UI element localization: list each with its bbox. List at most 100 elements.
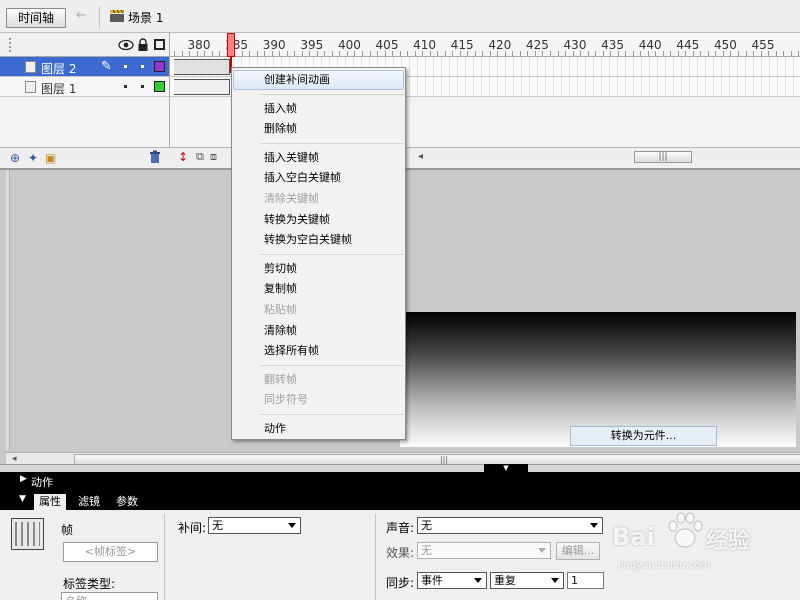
chevron-down-icon [590, 523, 598, 528]
collapse-arrow-icon[interactable]: ▼ [19, 494, 26, 504]
ruler-tick-mark [798, 51, 800, 56]
ruler-tick-label: 435 [601, 38, 625, 52]
repeat-count-input[interactable]: 1 [567, 572, 604, 589]
chevron-down-icon [474, 578, 482, 583]
effect-select-value: 无 [421, 544, 432, 557]
actions-panel-header[interactable]: ▶ 动作 [0, 472, 800, 490]
layer-color-swatch[interactable] [154, 81, 165, 92]
layer-color-swatch[interactable] [154, 61, 165, 72]
menu-item[interactable]: 插入关键帧 [233, 148, 404, 168]
trash-icon[interactable] [149, 150, 161, 164]
scroll-left-icon[interactable]: ◂ [418, 151, 423, 162]
add-layer-icon[interactable]: ⊕ [10, 151, 20, 165]
menu-item[interactable]: 清除帧 [233, 321, 404, 341]
menu-item: 粘贴帧 [264, 303, 297, 316]
tween-select[interactable]: 无 [208, 517, 301, 534]
eye-icon[interactable] [118, 39, 134, 51]
sound-select[interactable]: 无 [417, 517, 603, 534]
ruler-tick-mark [768, 51, 770, 56]
ruler-tick-label: 440 [638, 38, 662, 52]
ruler-tick-mark [429, 51, 431, 56]
lock-dot[interactable] [141, 85, 144, 88]
label-type-select[interactable]: 名称 [61, 592, 158, 600]
menu-item: 翻转帧 [264, 372, 297, 386]
panel-grip[interactable] [9, 38, 11, 52]
menu-item[interactable]: 转换为空白关键帧 [233, 230, 404, 250]
back-arrow-icon[interactable]: ← [76, 9, 90, 23]
menu-item[interactable]: 转换为关键帧 [233, 210, 404, 230]
ruler-tick-mark [587, 51, 589, 56]
divider [375, 514, 376, 600]
visibility-dot[interactable] [124, 85, 127, 88]
expand-arrow-icon[interactable]: ▶ [20, 474, 27, 484]
ruler-tick-mark [279, 51, 281, 56]
menu-item[interactable]: 动作 [233, 419, 404, 439]
menu-item[interactable]: 选择所有帧 [233, 341, 404, 361]
ruler-tick-label: 405 [375, 38, 399, 52]
ruler-tick-mark [753, 51, 755, 56]
top-toolbar: 时间轴 ← 场景 1 [0, 0, 800, 33]
tab-properties[interactable]: 属性 [34, 494, 66, 510]
ruler-tick-mark [670, 51, 672, 56]
playhead[interactable] [227, 33, 235, 57]
timeline-toggle-button[interactable]: 时间轴 [6, 8, 66, 28]
ruler-tick-mark [474, 51, 476, 56]
timeline-scroll-thumb[interactable]: ||| [634, 151, 692, 163]
ruler-tick-mark [730, 51, 732, 56]
frame-ruler[interactable]: 380 385 390 395 400 405 410 415 420 425 430 435 440 4… [170, 33, 800, 57]
menu-item[interactable]: 剪切帧 [233, 259, 404, 279]
panel-divider[interactable] [0, 464, 800, 472]
frame-span[interactable] [174, 59, 230, 75]
repeat-select[interactable]: 重复 [490, 572, 564, 589]
ruler-tick-mark [722, 51, 724, 56]
baidu-jingyan-watermark: Bai 经验 jingyan.baidu.com [612, 510, 792, 580]
ruler-tick-mark [700, 51, 702, 56]
onion-skin-icon[interactable]: ⧉ [196, 150, 204, 164]
menu-item[interactable]: 创建补间动画 [233, 70, 404, 90]
frame-label-input[interactable]: <帧标签> [63, 542, 158, 562]
ruler-tick-mark [534, 51, 536, 56]
paw-logo-icon [668, 512, 703, 548]
ruler-tick-mark [677, 51, 679, 56]
lock-icon[interactable] [137, 38, 149, 52]
ruler-tick-mark [294, 51, 296, 56]
ruler-tick-mark [595, 51, 597, 56]
menu-item[interactable]: 复制帧 [233, 279, 404, 299]
layer-row-1[interactable]: 图层 1 [0, 77, 170, 97]
layer-row-2[interactable]: 图层 2 ✎ [0, 57, 170, 77]
lock-dot[interactable] [141, 65, 144, 68]
menu-item[interactable]: 插入空白关键帧 [233, 168, 404, 188]
add-guide-layer-icon[interactable]: ✦ [28, 151, 38, 165]
convert-to-symbol-tooltip[interactable]: 转换为元件... [570, 426, 717, 446]
ruler-tick-mark [271, 51, 273, 56]
frame-span[interactable] [174, 79, 230, 95]
ruler-tick-mark [610, 51, 612, 56]
scene-label[interactable]: 场景 1 [128, 9, 163, 26]
ruler-tick-mark [715, 51, 717, 56]
ruler-tick-mark [211, 51, 213, 56]
stage-ruler-strip [6, 170, 10, 450]
ruler-tick-mark [324, 51, 326, 56]
repeat-select-value: 重复 [494, 574, 516, 587]
ruler-tick-mark [707, 51, 709, 56]
onion-outline-icon[interactable]: ⧈ [210, 150, 217, 164]
tab-parameters[interactable]: 参数 [111, 494, 143, 510]
ruler-tick-mark [489, 51, 491, 56]
ruler-tick-mark [497, 51, 499, 56]
add-folder-icon[interactable]: ▣ [45, 151, 56, 165]
ruler-tick-mark [452, 51, 454, 56]
outline-square-icon[interactable] [154, 39, 165, 50]
visibility-dot[interactable] [124, 65, 127, 68]
chevron-down-icon [551, 578, 559, 583]
menu-item[interactable]: 删除帧 [233, 119, 404, 139]
layer-header [0, 33, 170, 57]
menu-item[interactable]: 插入帧 [233, 99, 404, 119]
effect-select[interactable]: 无 [417, 542, 551, 559]
scroll-left-icon[interactable]: ◂ [12, 454, 17, 464]
edit-sound-button[interactable]: 编辑... [556, 542, 600, 560]
center-frame-icon[interactable]: ↕ [178, 150, 188, 164]
sync-select[interactable]: 事件 [417, 572, 487, 589]
tab-filters[interactable]: 滤镜 [73, 494, 105, 510]
ruler-tick-mark [286, 51, 288, 56]
collapse-panel-icon[interactable]: ▼ [484, 464, 528, 472]
